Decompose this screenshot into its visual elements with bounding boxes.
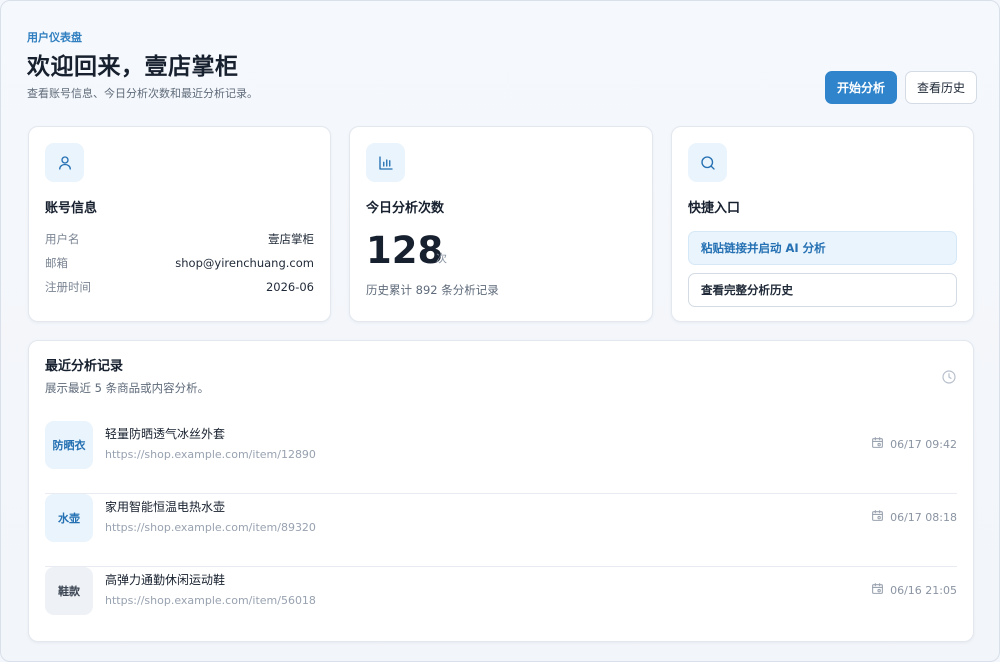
dashboard-frame: 用户仪表盘 欢迎回来，壹店掌柜 查看账号信息、今日分析次数和最近分析记录。 开始… — [0, 0, 1000, 662]
today-count-unit: 次 — [436, 252, 447, 265]
field-label: 用户名 — [45, 232, 80, 246]
field-label: 注册时间 — [45, 280, 91, 294]
today-count-card: 今日分析次数 128 次 历史累计 892 条分析记录 — [349, 126, 653, 322]
quick-entry-card: 快捷入口 粘贴链接并启动 AI 分析 查看完整分析历史 — [671, 126, 974, 322]
list-item[interactable]: 防晒衣 轻量防晒透气冰丝外套 https://shop.example.com/… — [45, 421, 957, 494]
search-icon — [688, 143, 727, 182]
field-label: 邮箱 — [45, 256, 68, 270]
list-item[interactable]: 鞋款 高弹力通勤休闲运动鞋 https://shop.example.com/i… — [45, 567, 957, 640]
account-field-registered: 注册时间 2026-06 — [45, 279, 314, 295]
view-history-button[interactable]: 查看历史 — [904, 71, 977, 104]
account-field-email: 邮箱 shop@yirenchuang.com — [45, 255, 314, 271]
item-time: 06/17 09:42 — [871, 437, 957, 453]
item-tag: 鞋款 — [45, 567, 93, 615]
view-full-history-button[interactable]: 查看完整分析历史 — [688, 273, 957, 307]
quick-card-title: 快捷入口 — [688, 201, 741, 216]
item-tag: 防晒衣 — [45, 421, 93, 469]
item-url: https://shop.example.com/item/12890 — [105, 448, 316, 461]
field-value: 2026-06 — [265, 280, 314, 294]
bar-chart-icon — [366, 143, 405, 182]
page-header: 用户仪表盘 欢迎回来，壹店掌柜 查看账号信息、今日分析次数和最近分析记录。 开始… — [27, 30, 977, 110]
item-time-text: 06/17 08:18 — [890, 511, 957, 524]
page-eyebrow: 用户仪表盘 — [27, 31, 82, 44]
item-tag: 水壶 — [45, 494, 93, 542]
paste-link-analyze-button[interactable]: 粘贴链接并启动 AI 分析 — [688, 231, 957, 265]
field-value: shop@yirenchuang.com — [175, 256, 314, 270]
user-icon — [45, 143, 84, 182]
item-name: 高弹力通勤休闲运动鞋 — [105, 573, 226, 587]
header-actions: 开始分析 查看历史 — [824, 71, 977, 104]
field-value: 壹店掌柜 — [268, 232, 314, 246]
account-field-username: 用户名 壹店掌柜 — [45, 231, 314, 247]
calendar-icon — [871, 509, 884, 527]
item-name: 家用智能恒温电热水壶 — [105, 500, 226, 514]
today-count-value: 128 — [366, 229, 444, 272]
today-card-title: 今日分析次数 — [366, 201, 445, 216]
recent-records-card: 最近分析记录 展示最近 5 条商品或内容分析。 防晒衣 轻量防晒透气冰丝外套 h… — [28, 340, 974, 642]
clock-icon — [941, 369, 957, 389]
calendar-icon — [871, 436, 884, 454]
account-card-title: 账号信息 — [45, 201, 98, 216]
item-time-text: 06/17 09:42 — [890, 438, 957, 451]
list-item[interactable]: 水壶 家用智能恒温电热水壶 https://shop.example.com/i… — [45, 494, 957, 567]
account-card: 账号信息 用户名 壹店掌柜 邮箱 shop@yirenchuang.com 注册… — [28, 126, 331, 322]
item-url: https://shop.example.com/item/56018 — [105, 594, 316, 607]
item-time: 06/17 08:18 — [871, 510, 957, 526]
item-name: 轻量防晒透气冰丝外套 — [105, 427, 226, 441]
recent-title: 最近分析记录 — [45, 359, 124, 374]
item-time: 06/16 21:05 — [871, 583, 957, 599]
recent-subtitle: 展示最近 5 条商品或内容分析。 — [45, 381, 210, 395]
item-time-text: 06/16 21:05 — [890, 584, 957, 597]
calendar-icon — [871, 582, 884, 600]
item-url: https://shop.example.com/item/89320 — [105, 521, 316, 534]
history-total: 历史累计 892 条分析记录 — [366, 283, 499, 297]
start-analysis-button[interactable]: 开始分析 — [824, 71, 897, 104]
